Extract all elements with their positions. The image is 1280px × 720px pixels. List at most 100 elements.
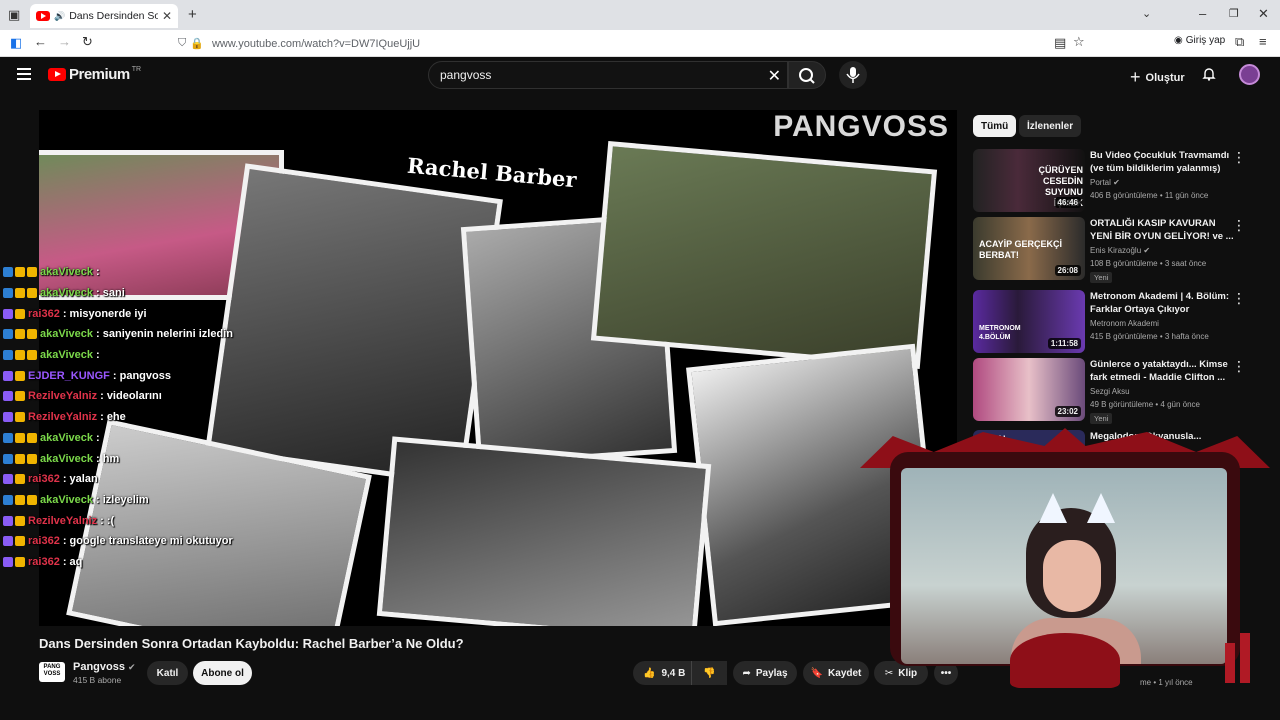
chip-all[interactable]: Tümü bbox=[973, 115, 1017, 137]
bookmark-star-icon[interactable]: ☆ bbox=[1073, 34, 1085, 50]
chat-username[interactable]: RezilveYalniz bbox=[28, 411, 97, 423]
chat-badge-icon bbox=[3, 412, 13, 423]
share-button[interactable]: ➦ Paylaş bbox=[733, 661, 797, 685]
chat-username[interactable]: rai362 bbox=[28, 535, 60, 547]
chat-badge-icon bbox=[3, 453, 13, 464]
chip-watched[interactable]: İzlenenler bbox=[1019, 115, 1082, 137]
reload-icon[interactable]: ↻ bbox=[82, 34, 93, 50]
video-photo-7 bbox=[376, 436, 712, 626]
subscriber-count: 415 B abone bbox=[73, 675, 122, 685]
tab-overflow-chevron-icon[interactable]: ⌄ bbox=[1142, 7, 1151, 20]
chat-badges bbox=[3, 267, 37, 278]
reader-mode-icon[interactable]: ▤ bbox=[1054, 35, 1066, 51]
more-options-icon[interactable]: ⋮ bbox=[1232, 290, 1246, 307]
more-options-icon[interactable]: ⋮ bbox=[1232, 217, 1246, 234]
clear-search-icon[interactable]: ✕ bbox=[768, 66, 781, 86]
forward-icon[interactable]: → bbox=[58, 34, 71, 49]
chat-badges bbox=[3, 412, 25, 423]
new-tab-icon[interactable]: + bbox=[188, 6, 197, 23]
chat-badges bbox=[3, 432, 37, 443]
share-label: Paylaş bbox=[755, 667, 788, 679]
window-minimize-icon[interactable]: – bbox=[1199, 6, 1206, 21]
chat-text: : misyonerde iyi bbox=[62, 307, 147, 320]
chat-badge-icon bbox=[27, 267, 37, 278]
recommendation-meta: 406 B görüntüleme • 11 gün önce bbox=[1090, 191, 1209, 200]
sidebar-toggle-icon[interactable]: ◧ bbox=[10, 35, 22, 51]
user-avatar[interactable] bbox=[1239, 64, 1260, 85]
recommendation-item[interactable]: 23:02 Günlerce o yataktaydı... Kimse far… bbox=[973, 358, 1263, 424]
video-photo-4 bbox=[590, 140, 938, 370]
voice-search-button[interactable] bbox=[839, 61, 867, 89]
app-menu-icon[interactable]: ≡ bbox=[1259, 34, 1267, 49]
chat-text: : yalan bbox=[62, 473, 98, 486]
subscribe-button[interactable]: Abone ol bbox=[193, 661, 252, 685]
chat-badge-icon bbox=[15, 432, 25, 443]
chat-username[interactable]: rai362 bbox=[28, 308, 60, 320]
audio-playing-icon[interactable]: 🔊 bbox=[54, 11, 65, 22]
chat-text: : bbox=[96, 349, 100, 362]
window-close-icon[interactable]: ✕ bbox=[1258, 6, 1269, 22]
dislike-button[interactable]: 👎 bbox=[691, 661, 727, 685]
site-info-icon[interactable]: ⛉ bbox=[178, 37, 186, 50]
chat-text: : saniyenin nelerini izledin bbox=[96, 328, 233, 341]
back-icon[interactable]: ← bbox=[34, 34, 47, 49]
channel-avatar[interactable]: PANG VOSS bbox=[39, 662, 65, 682]
chat-message: akaViveck: bbox=[0, 345, 240, 366]
extensions-icon[interactable]: ⧉ bbox=[1235, 34, 1244, 50]
chat-badge-icon bbox=[15, 556, 25, 567]
chat-username[interactable]: akaViveck bbox=[40, 287, 93, 299]
chat-text: : izleyelim bbox=[96, 493, 149, 506]
recommendation-meta: 49 B görüntüleme • 4 gün önce bbox=[1090, 400, 1200, 409]
chat-username[interactable]: rai362 bbox=[28, 473, 60, 485]
chat-text: : videolarını bbox=[100, 390, 162, 403]
more-options-icon[interactable]: ⋮ bbox=[1232, 149, 1246, 166]
recommendation-channel: Sezgi Aksu bbox=[1090, 387, 1130, 396]
chat-text: : :( bbox=[100, 514, 115, 527]
recommendation-item[interactable]: METRONOM 4.BÖLÜM 1:11:58 Metronom Akadem… bbox=[973, 290, 1263, 354]
search-button[interactable] bbox=[788, 61, 826, 89]
url-field[interactable]: ⛉ 🔒 www.youtube.com/watch?v=DW7IQueUjjU bbox=[178, 34, 1093, 53]
chat-badge-icon bbox=[3, 350, 13, 361]
signin-label: Giriş yap bbox=[1185, 35, 1226, 46]
chat-badge-icon bbox=[3, 391, 13, 402]
channel-name[interactable]: Pangvoss ✔ bbox=[73, 661, 136, 673]
microphone-icon bbox=[846, 67, 860, 83]
save-icon: 🔖 bbox=[810, 667, 824, 679]
chat-username[interactable]: akaViveck bbox=[40, 494, 93, 506]
chat-username[interactable]: EJDER_KUNGF bbox=[28, 370, 110, 382]
chat-username[interactable]: RezilveYalniz bbox=[28, 515, 97, 527]
window-restore-icon[interactable]: ❐ bbox=[1229, 7, 1239, 20]
account-icon: ◉ bbox=[1174, 35, 1183, 46]
tab-close-icon[interactable]: ✕ bbox=[162, 9, 172, 23]
recommendation-thumbnail[interactable]: METRONOM 4.BÖLÜM 1:11:58 bbox=[973, 290, 1085, 353]
chat-badge-icon bbox=[15, 350, 25, 361]
youtube-premium-logo[interactable]: Premium TR bbox=[48, 66, 141, 83]
chat-message: EJDER_KUNGF: pangvoss bbox=[0, 365, 240, 386]
chat-username[interactable]: akaViveck bbox=[40, 432, 93, 444]
chat-text: : hm bbox=[96, 452, 120, 465]
chat-username[interactable]: akaViveck bbox=[40, 349, 93, 361]
browser-tab-active[interactable]: 🔊 Dans Dersinden Sonra Orta ✕ bbox=[30, 4, 178, 28]
recommendation-thumbnail[interactable]: 23:02 bbox=[973, 358, 1085, 421]
search-input[interactable]: pangvoss ✕ bbox=[428, 61, 788, 89]
recommendation-item[interactable]: ÇÜRÜYEN CESEDİN SUYUNU İÇMEK 46:46 Bu Vi… bbox=[973, 149, 1263, 213]
join-button[interactable]: Katıl bbox=[147, 661, 188, 685]
chat-text: : bbox=[96, 266, 100, 279]
more-options-icon[interactable]: ⋮ bbox=[1232, 358, 1246, 375]
recommendation-thumbnail[interactable]: ÇÜRÜYEN CESEDİN SUYUNU İÇMEK 46:46 bbox=[973, 149, 1085, 212]
signin-button[interactable]: ◉ Giriş yap bbox=[1174, 35, 1225, 46]
tab-list-icon[interactable]: ▣ bbox=[8, 7, 20, 23]
chat-username[interactable]: akaViveck bbox=[40, 328, 93, 340]
chat-username[interactable]: akaViveck bbox=[40, 453, 93, 465]
chat-username[interactable]: akaViveck bbox=[40, 266, 93, 278]
webcam-overlay bbox=[860, 428, 1270, 688]
chat-badge-icon bbox=[15, 329, 25, 340]
create-button[interactable]: + Oluştur bbox=[1130, 67, 1185, 88]
hamburger-menu-icon[interactable] bbox=[17, 68, 31, 80]
chat-username[interactable]: rai362 bbox=[28, 556, 60, 568]
notifications-bell-icon[interactable] bbox=[1202, 67, 1216, 81]
chat-username[interactable]: RezilveYalniz bbox=[28, 390, 97, 402]
url-text: www.youtube.com/watch?v=DW7IQueUjjU bbox=[211, 37, 421, 50]
recommendation-item[interactable]: ACAYİP GERÇEKÇİ BERBAT! 26:08 ORTALIĞI K… bbox=[973, 217, 1263, 283]
recommendation-thumbnail[interactable]: ACAYİP GERÇEKÇİ BERBAT! 26:08 bbox=[973, 217, 1085, 280]
